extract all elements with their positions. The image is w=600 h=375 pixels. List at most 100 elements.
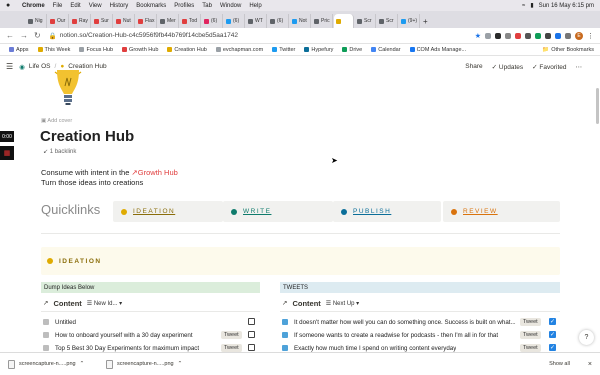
browser-tab[interactable]: Ray bbox=[70, 14, 91, 28]
browser-tab[interactable]: Mer bbox=[158, 14, 179, 28]
extension-icon[interactable] bbox=[505, 32, 511, 39]
download-item[interactable]: screencapture-n.....png ⌃ bbox=[8, 359, 98, 369]
chevron-up-icon[interactable]: ⌃ bbox=[178, 361, 183, 367]
back-icon[interactable]: ← bbox=[6, 31, 14, 40]
bookmark-item[interactable]: Calendar bbox=[371, 47, 401, 53]
browser-tab[interactable]: Nut bbox=[114, 14, 135, 28]
browser-tab[interactable]: Sur bbox=[92, 14, 113, 28]
list-item[interactable]: Untitled bbox=[43, 316, 215, 328]
browser-tab[interactable]: Our bbox=[48, 14, 69, 28]
battery-icon[interactable]: ▮ bbox=[530, 2, 533, 9]
extension-icon[interactable] bbox=[565, 32, 571, 39]
chevron-up-icon[interactable]: ⌃ bbox=[80, 361, 85, 367]
download-item[interactable]: screencapture-n.....png ⌃ bbox=[106, 359, 196, 369]
url-field[interactable]: 🔒 notion.so/Creation-Hub-c4c5956f9fb44b7… bbox=[49, 32, 238, 40]
forward-icon[interactable]: → bbox=[20, 31, 28, 40]
page-title[interactable]: Creation Hub bbox=[40, 128, 134, 145]
bookmark-item[interactable]: Hypefury bbox=[304, 47, 333, 53]
lightbulb-page-icon[interactable] bbox=[53, 66, 83, 108]
mac-menu-item[interactable]: View bbox=[89, 3, 102, 9]
extension-icon[interactable] bbox=[545, 32, 551, 39]
browser-tab[interactable]: Tod bbox=[180, 14, 201, 28]
checkbox[interactable] bbox=[248, 331, 255, 338]
bookmark-item[interactable]: Focus Hub bbox=[79, 47, 113, 53]
right-view-dropdown[interactable]: ☰ Next Up ▾ bbox=[326, 300, 359, 307]
more-menu-icon[interactable]: ⋮ bbox=[587, 32, 594, 40]
wifi-icon[interactable]: ≈ bbox=[522, 3, 525, 9]
browser-tab[interactable]: (9+) bbox=[399, 14, 420, 28]
bookmark-item[interactable]: COM Ads Manage... bbox=[409, 47, 466, 53]
quicklink-write[interactable]: WRITE bbox=[223, 201, 333, 222]
add-cover-button[interactable]: ▣ Add cover bbox=[41, 118, 72, 124]
close-downloads-icon[interactable]: × bbox=[588, 361, 592, 368]
more-icon[interactable]: ⋯ bbox=[576, 63, 583, 71]
list-item[interactable]: How to onboard yourself with a 30 day ex… bbox=[43, 329, 215, 341]
checkbox[interactable]: ✓ bbox=[549, 318, 556, 325]
recording-icon[interactable]: ▦ bbox=[0, 146, 14, 160]
growth-hub-link[interactable]: ↗Growth Hub bbox=[131, 168, 177, 177]
browser-tab[interactable]: Scr bbox=[355, 14, 376, 28]
favorited-button[interactable]: ✓ Favorited bbox=[532, 63, 566, 71]
browser-tab[interactable] bbox=[334, 14, 354, 28]
updates-button[interactable]: ✓ Updates bbox=[492, 63, 523, 71]
mac-menu-item[interactable]: File bbox=[53, 3, 63, 9]
star-icon[interactable]: ★ bbox=[475, 32, 481, 40]
list-item[interactable]: It doesn't matter how well you can do so… bbox=[282, 316, 516, 328]
checkbox[interactable] bbox=[248, 344, 255, 351]
sidebar-toggle-icon[interactable]: ☰ bbox=[6, 62, 13, 71]
bookmark-item[interactable]: Growth Hub bbox=[122, 47, 158, 53]
bookmark-item[interactable]: Creation Hub bbox=[167, 47, 207, 53]
show-all-button[interactable]: Show all bbox=[549, 361, 570, 367]
browser-tab[interactable]: (6) bbox=[268, 14, 289, 28]
dump-ideas-header: Dump Ideas Below bbox=[41, 282, 260, 293]
browser-tab[interactable]: WT bbox=[246, 14, 267, 28]
mac-menu-item[interactable]: Chrome bbox=[22, 3, 45, 9]
bookmark-item[interactable]: Apps bbox=[9, 47, 29, 53]
right-view-title[interactable]: Content bbox=[292, 299, 320, 308]
browser-tab[interactable]: Not bbox=[290, 14, 311, 28]
mac-menu-item[interactable]: History bbox=[110, 3, 129, 9]
extension-icon[interactable] bbox=[555, 32, 561, 39]
quicklink-publish[interactable]: PUBLISH bbox=[333, 201, 441, 222]
quicklink-review[interactable]: REVIEW bbox=[443, 201, 560, 222]
extension-icon[interactable] bbox=[525, 32, 531, 39]
quicklink-ideation[interactable]: IDEATION bbox=[113, 201, 223, 222]
clock[interactable]: Sun 16 May 6:15 pm bbox=[539, 3, 594, 9]
apple-icon[interactable]: ● bbox=[6, 2, 14, 9]
help-button[interactable]: ? bbox=[579, 330, 594, 345]
breadcrumb-root[interactable]: Life OS bbox=[29, 63, 51, 70]
mac-menu-item[interactable]: Profiles bbox=[174, 3, 194, 9]
browser-tab[interactable]: (6) bbox=[224, 14, 245, 28]
mac-menu-item[interactable]: Tab bbox=[202, 3, 212, 9]
bookmark-item[interactable]: Drive bbox=[342, 47, 362, 53]
mac-menu-item[interactable]: Help bbox=[249, 3, 261, 9]
new-tab-button[interactable]: + bbox=[421, 14, 431, 28]
bookmark-item[interactable]: This Week bbox=[37, 47, 70, 53]
list-item[interactable]: If someone wants to create a readwise fo… bbox=[282, 329, 516, 341]
reload-icon[interactable]: ↻ bbox=[34, 31, 41, 40]
checkbox[interactable]: ✓ bbox=[549, 331, 556, 338]
browser-tab[interactable]: Flax bbox=[136, 14, 157, 28]
backlink-button[interactable]: ↙ 1 backlink bbox=[43, 148, 76, 155]
scrollbar[interactable] bbox=[596, 88, 599, 124]
mac-menu-item[interactable]: Edit bbox=[70, 3, 80, 9]
bookmark-item[interactable]: evchapman.com bbox=[215, 47, 263, 53]
browser-tab[interactable]: Pric bbox=[312, 14, 333, 28]
other-bookmarks[interactable]: 📁 Other Bookmarks bbox=[542, 47, 594, 53]
browser-tab[interactable]: Nig bbox=[26, 14, 47, 28]
left-view-dropdown[interactable]: ☰ New Id... ▾ bbox=[87, 300, 122, 307]
share-button[interactable]: Share bbox=[465, 63, 482, 71]
extension-icon[interactable] bbox=[535, 32, 541, 39]
checkbox[interactable] bbox=[248, 318, 255, 325]
checkbox[interactable]: ✓ bbox=[549, 344, 556, 351]
bookmark-item[interactable]: Twitter bbox=[272, 47, 295, 53]
browser-tab[interactable]: (6) bbox=[202, 14, 223, 28]
mac-menu-item[interactable]: Bookmarks bbox=[136, 3, 166, 9]
extension-icon[interactable] bbox=[495, 32, 501, 39]
browser-tab[interactable]: Scr bbox=[377, 14, 398, 28]
mac-menu-item[interactable]: Window bbox=[220, 3, 241, 9]
left-view-title[interactable]: Content bbox=[53, 299, 81, 308]
extension-icon[interactable] bbox=[485, 32, 491, 39]
profile-avatar[interactable]: E bbox=[575, 31, 583, 40]
extension-icon[interactable] bbox=[515, 32, 521, 39]
